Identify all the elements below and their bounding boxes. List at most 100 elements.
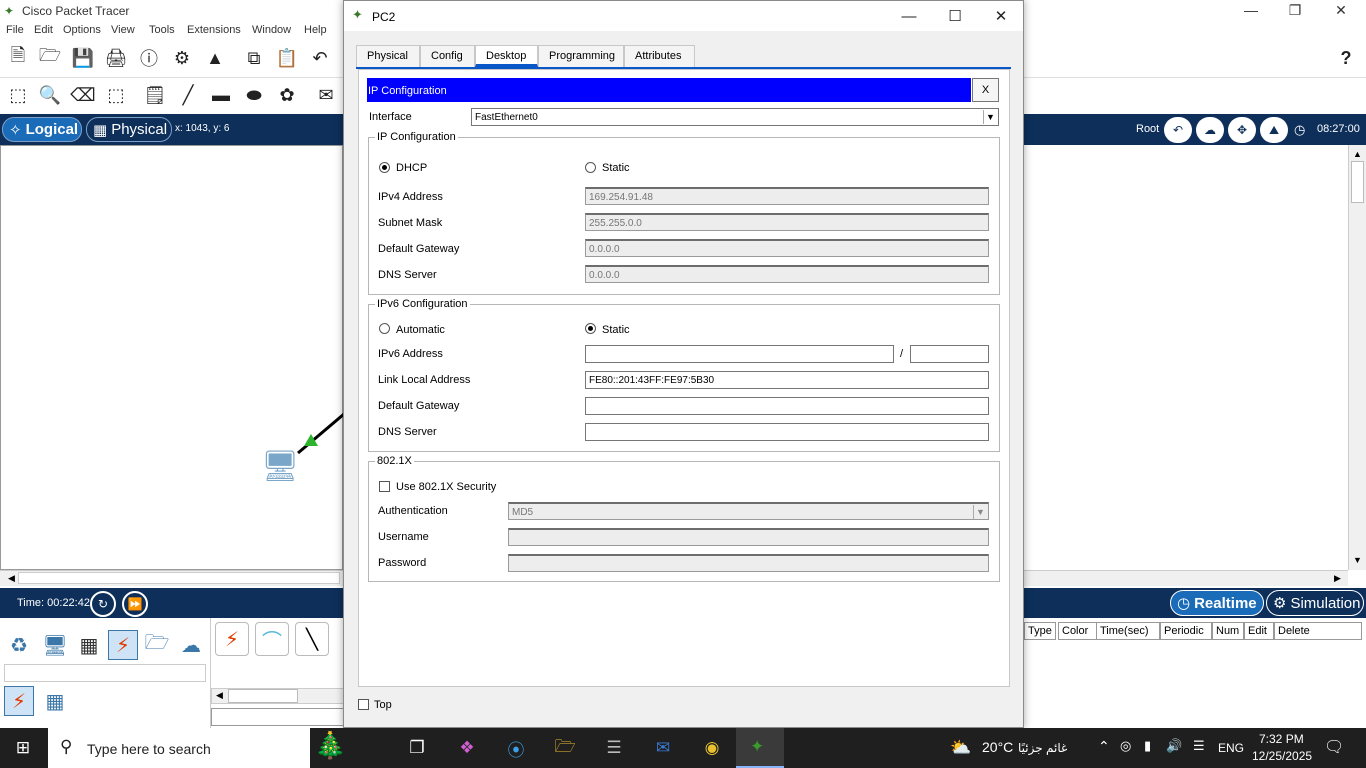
grid-icon[interactable]: ▦: [40, 686, 70, 716]
help-icon[interactable]: ?: [1334, 46, 1358, 70]
dot1x-checkbox[interactable]: [379, 481, 390, 492]
horizontal-scroll-thumb[interactable]: [18, 572, 340, 584]
subnet-mask-field[interactable]: 255.255.0.0: [585, 213, 989, 231]
copilot-icon[interactable]: ❖: [454, 736, 480, 760]
print-icon[interactable]: 🖨: [104, 46, 128, 70]
link-local-field[interactable]: FE80::201:43FF:FE97:5B30: [585, 371, 989, 389]
packet-tracer-taskbar-button[interactable]: ✦: [736, 728, 784, 768]
new-file-icon[interactable]: 🗎: [6, 45, 30, 70]
task-view-icon[interactable]: ❐: [404, 736, 430, 760]
select-icon[interactable]: ⬚: [6, 83, 30, 107]
delete-icon[interactable]: ⌫: [70, 83, 95, 107]
paste-icon[interactable]: 📋: [275, 46, 299, 70]
authentication-select[interactable]: MD5 ▼: [508, 502, 989, 520]
tab-attributes[interactable]: Attributes: [624, 45, 695, 67]
weather-icon[interactable]: ⛅: [948, 736, 974, 760]
end-devices-icon[interactable]: 🖥: [40, 630, 70, 660]
tab-config[interactable]: Config: [420, 45, 475, 67]
copy-icon[interactable]: ⧉: [242, 46, 266, 70]
pc-device-icon[interactable]: 🖥: [261, 449, 305, 489]
windows-start-icon[interactable]: ⊞: [10, 736, 36, 760]
interface-select[interactable]: FastEthernet0 ▼: [471, 108, 999, 126]
freeform-icon[interactable]: ✿: [275, 83, 299, 107]
password-field[interactable]: [508, 554, 989, 572]
outlook-icon[interactable]: ✉: [650, 736, 676, 760]
meet-now-icon[interactable]: ◎: [1120, 738, 1131, 754]
restore-icon[interactable]: ❐: [1280, 2, 1310, 19]
ipv6-automatic-radio[interactable]: [379, 323, 390, 334]
taskbar-search[interactable]: ⚲ Type here to search 🎄: [48, 728, 346, 768]
username-field[interactable]: [508, 528, 989, 546]
dhcp-radio[interactable]: [379, 162, 390, 173]
activity-wizard-icon[interactable]: ▲: [203, 46, 227, 70]
misc-icon[interactable]: 🗁: [142, 630, 172, 660]
static-radio[interactable]: [585, 162, 596, 173]
network-devices-icon[interactable]: ♻: [4, 630, 34, 660]
weather-text[interactable]: غائم جزئيًا: [1018, 741, 1067, 755]
fast-forward-icon[interactable]: ⏩: [122, 591, 148, 617]
draw-rectangle-icon[interactable]: ▬: [209, 83, 233, 107]
ipv6-prefix-field[interactable]: [910, 345, 989, 363]
undo-icon[interactable]: ↶: [308, 46, 332, 70]
vertical-scrollbar[interactable]: ▲ ▼: [1348, 145, 1366, 570]
network-icon[interactable]: ☰: [1193, 738, 1205, 754]
dialog-minimize-icon[interactable]: —: [886, 1, 932, 31]
menu-window[interactable]: Window: [252, 24, 291, 36]
logical-mode-button[interactable]: ✧ Logical: [2, 117, 82, 142]
straight-cable-icon[interactable]: ╲: [295, 622, 329, 656]
save-icon[interactable]: 💾: [71, 46, 95, 70]
dialog-maximize-icon[interactable]: ☐: [932, 1, 978, 31]
sublist-scroll-thumb[interactable]: [228, 689, 298, 703]
file-explorer-icon[interactable]: 🗁: [552, 736, 578, 760]
power-cycle-icon[interactable]: ↻: [90, 591, 116, 617]
taskbar-time[interactable]: 7:32 PM: [1259, 732, 1304, 746]
dns-server-field[interactable]: 0.0.0.0: [585, 265, 989, 283]
add-pdu-icon[interactable]: ✉: [314, 83, 338, 107]
edge-icon[interactable]: ⦿: [503, 736, 529, 760]
menu-options[interactable]: Options: [63, 24, 101, 36]
resize-icon[interactable]: ⬚: [104, 83, 128, 107]
info-icon[interactable]: ⓘ: [137, 46, 161, 70]
ipv6-static-radio[interactable]: [585, 323, 596, 334]
inspect-icon[interactable]: 🔍: [38, 83, 62, 107]
tab-programming[interactable]: Programming: [538, 45, 624, 67]
menu-edit[interactable]: Edit: [34, 24, 53, 36]
vertical-scroll-thumb[interactable]: [1351, 161, 1364, 203]
minimize-icon[interactable]: —: [1236, 2, 1266, 18]
menu-file[interactable]: File: [6, 24, 24, 36]
ipv4-address-field[interactable]: 169.254.91.48: [585, 187, 989, 205]
menu-tools[interactable]: Tools: [149, 24, 175, 36]
move-icon[interactable]: ✥: [1228, 117, 1256, 143]
scroll-right-icon[interactable]: ▶: [1334, 573, 1341, 584]
logical-workspace[interactable]: 🖥: [0, 145, 344, 570]
simulation-button[interactable]: ⚙ Simulation: [1266, 590, 1364, 616]
battery-icon[interactable]: ▮: [1144, 738, 1151, 754]
connection-type-icon[interactable]: ⚡: [4, 686, 34, 716]
scroll-left-icon[interactable]: ◀: [8, 573, 15, 584]
ipv6-address-field[interactable]: [585, 345, 894, 363]
menu-help[interactable]: Help: [304, 24, 327, 36]
workspace-right[interactable]: [1024, 145, 1348, 570]
note-icon[interactable]: 🗒: [143, 83, 167, 107]
weather-temp[interactable]: 20°C: [982, 739, 1013, 755]
ipv6-gateway-field[interactable]: [585, 397, 989, 415]
physical-mode-button[interactable]: ▦ Physical: [86, 117, 172, 142]
menu-extensions[interactable]: Extensions: [187, 24, 241, 36]
connections-icon[interactable]: ⚡: [108, 630, 138, 660]
menu-view[interactable]: View: [111, 24, 135, 36]
components-icon[interactable]: ▦: [74, 630, 104, 660]
sublist-scrollbar[interactable]: ◀: [211, 688, 344, 704]
draw-line-icon[interactable]: ╱: [176, 83, 200, 107]
top-checkbox[interactable]: [358, 699, 369, 710]
network-wizard-icon[interactable]: ⚙: [170, 46, 194, 70]
draw-ellipse-icon[interactable]: ⬬: [242, 83, 266, 107]
tab-desktop[interactable]: Desktop: [475, 45, 538, 67]
notifications-icon[interactable]: 🗨: [1324, 737, 1344, 757]
chrome-icon[interactable]: ◉: [699, 736, 725, 760]
auto-cable-icon[interactable]: ⚡: [215, 622, 249, 656]
volume-icon[interactable]: 🔊: [1166, 738, 1182, 754]
taskbar-date[interactable]: 12/25/2025: [1252, 749, 1312, 763]
open-folder-icon[interactable]: 🗁: [38, 45, 62, 70]
tray-chevron-up-icon[interactable]: ⌃: [1098, 738, 1110, 755]
console-cable-icon[interactable]: ⌒: [255, 622, 289, 656]
